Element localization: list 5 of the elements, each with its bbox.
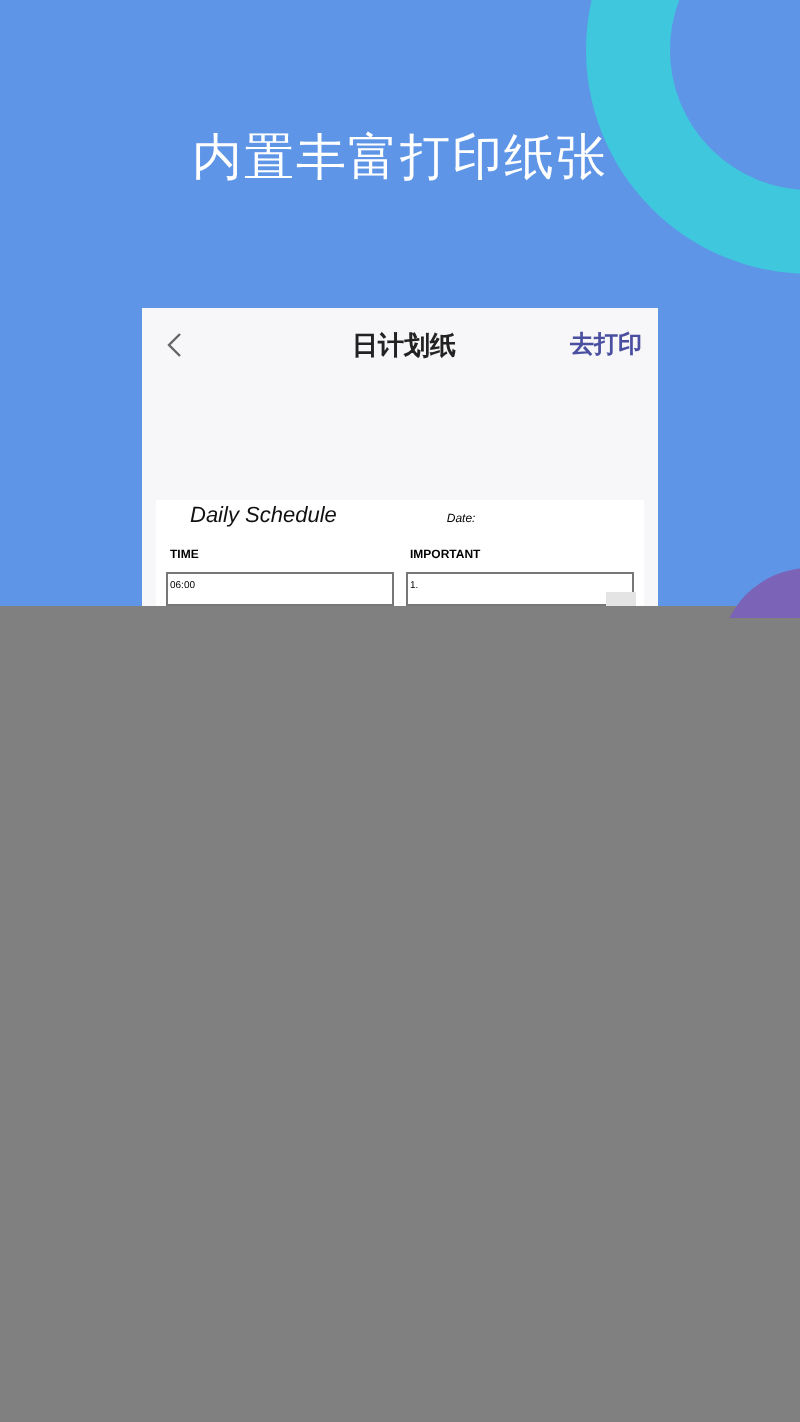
back-icon[interactable] [166,332,182,358]
screen-title: 日计划纸 [352,329,456,363]
print-link[interactable]: 去打印 [570,328,642,362]
headline: 内置丰富打印纸张 [192,126,608,190]
sheet-title: Daily Schedule [190,504,337,528]
